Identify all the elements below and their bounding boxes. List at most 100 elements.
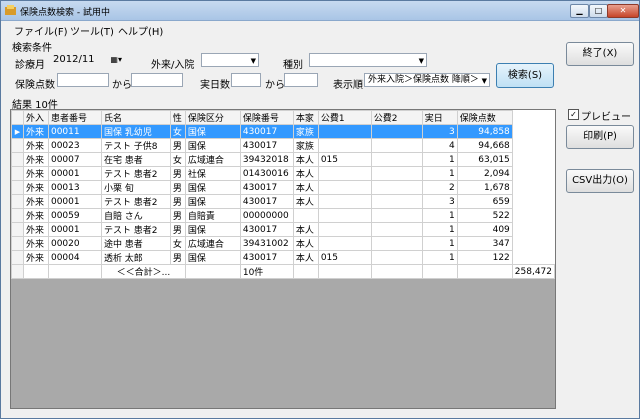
month-field[interactable]: 2012/11 ▦▾ — [49, 53, 123, 67]
minimize-button[interactable]: ▁ — [570, 4, 589, 18]
cell-public2 — [370, 236, 423, 251]
row-header[interactable] — [11, 250, 24, 265]
current-row-indicator[interactable]: ▶ — [11, 124, 24, 139]
print-button[interactable]: 印刷(P) — [566, 125, 634, 149]
col-days[interactable]: 実日 — [421, 110, 458, 125]
cell-blank — [184, 264, 241, 279]
cell-insurance-no: 39432018 — [239, 152, 294, 167]
cell-insurance-type: 国保 — [184, 124, 241, 139]
inout-select[interactable]: ▼ — [201, 53, 259, 67]
type-select[interactable]: ▼ — [309, 53, 427, 67]
col-public1[interactable]: 公費1 — [317, 110, 372, 125]
cell-public1 — [317, 222, 372, 237]
result-grid[interactable]: 外入 患者番号 氏名 性 保険区分 保険番号 本家 公費1 公費2 実日 保険点… — [10, 109, 556, 409]
row-header[interactable] — [11, 194, 24, 209]
cell-insurance-type: 国保 — [184, 194, 241, 209]
cell-days: 1 — [421, 236, 458, 251]
calendar-icon[interactable]: ▦▾ — [110, 54, 122, 66]
row-header-corner — [11, 110, 24, 125]
cell-blank — [421, 264, 458, 279]
table-row[interactable]: 外来 00007 在宅 患者女広域連合 39432018 本人 015 1 63,015 — [11, 152, 555, 167]
menu-help[interactable]: ヘルプ(H) — [118, 23, 163, 38]
cell-days: 1 — [421, 250, 458, 265]
col-insurance-no[interactable]: 保険番号 — [239, 110, 294, 125]
row-header[interactable] — [11, 166, 24, 181]
cell-points: 94,668 — [456, 138, 513, 153]
from-label: から — [112, 80, 132, 91]
cell-insurance-type: 社保 — [184, 166, 241, 181]
row-header[interactable] — [11, 180, 24, 195]
table-row[interactable]: 外来 00023 テスト 子供8 男国保 430017 家族 4 94,668 — [11, 138, 555, 153]
row-header[interactable] — [11, 152, 24, 167]
cell-days: 3 — [421, 124, 458, 139]
points-from-input[interactable] — [57, 73, 109, 87]
cell-points: 347 — [456, 236, 513, 251]
maximize-button[interactable]: □ — [589, 4, 608, 18]
row-header[interactable] — [11, 138, 24, 153]
cell-public2 — [370, 222, 423, 237]
cell-blank — [22, 264, 49, 279]
col-main-family[interactable]: 本家 — [292, 110, 319, 125]
title-bar: 保険点数検索 - 試用中 ▁ □ ✕ — [1, 1, 639, 21]
col-inout[interactable]: 外入 — [22, 110, 49, 125]
days-from-input[interactable] — [231, 73, 261, 87]
cell-points: 63,015 — [456, 152, 513, 167]
table-row[interactable]: 外来 00059 自賠 さん男自賠責 00000000 1 522 — [11, 208, 555, 223]
cell-public1 — [317, 236, 372, 251]
cell-blank — [456, 264, 513, 279]
row-header[interactable] — [11, 222, 24, 237]
cell-name: 在宅 患者 — [100, 152, 171, 167]
cell-inout: 外来 — [22, 194, 49, 209]
preview-label: プレビュー — [581, 112, 631, 123]
cell-patient-no: 00011 — [47, 124, 102, 139]
order-select[interactable]: 外来入院＞保険点数 降順＞ ▼ — [364, 73, 490, 87]
preview-checkbox[interactable]: ✓ — [568, 109, 579, 120]
row-header[interactable] — [11, 236, 24, 251]
menu-tools[interactable]: ツール(T) — [70, 23, 114, 38]
col-patient-no[interactable]: 患者番号 — [47, 110, 102, 125]
total-label: ＜＜合計＞... — [100, 264, 186, 279]
exit-button[interactable]: 終了(X) — [566, 42, 634, 66]
cell-public1 — [317, 194, 372, 209]
row-header[interactable] — [11, 208, 24, 223]
cell-days: 1 — [421, 166, 458, 181]
cell-insurance-type: 広域連合 — [184, 152, 241, 167]
cell-sex: 男 — [169, 250, 186, 265]
cell-public1 — [317, 166, 372, 181]
table-row[interactable]: 外来 00001 テスト 患者2 男国保 430017 本人 1 409 — [11, 222, 555, 237]
col-sex[interactable]: 性 — [169, 110, 186, 125]
cell-public2 — [370, 166, 423, 181]
close-button[interactable]: ✕ — [607, 4, 639, 18]
cell-name: 自賠 さん — [100, 208, 171, 223]
menu-file[interactable]: ファイル(F) — [14, 23, 68, 38]
search-group-label: 検索条件 — [12, 43, 52, 54]
cell-inout: 外来 — [22, 222, 49, 237]
type-label: 種別 — [283, 60, 303, 71]
col-name[interactable]: 氏名 — [100, 110, 171, 125]
table-row[interactable]: 外来 00013 小栗 旬男国保 430017 本人 2 1,678 — [11, 180, 555, 195]
from2-label: から — [265, 80, 285, 91]
points-to-input[interactable] — [131, 73, 183, 87]
cell-sex: 男 — [169, 180, 186, 195]
table-row[interactable]: 外来 00001 テスト 患者2 男国保 430017 本人 3 659 — [11, 194, 555, 209]
cell-points: 409 — [456, 222, 513, 237]
days-to-input[interactable] — [284, 73, 318, 87]
cell-insurance-no: 39431002 — [239, 236, 294, 251]
table-row[interactable]: 外来 00004 透析 太郎男国保 430017 本人 015 1 122 — [11, 250, 555, 265]
col-public2[interactable]: 公費2 — [370, 110, 423, 125]
cell-sex: 女 — [169, 152, 186, 167]
cell-patient-no: 00023 — [47, 138, 102, 153]
cell-insurance-no: 430017 — [239, 180, 294, 195]
cell-main-family — [292, 208, 319, 223]
col-points[interactable]: 保険点数 — [456, 110, 513, 125]
table-row[interactable]: 外来 00001 テスト 患者2 男社保 01430016 本人 1 2,094 — [11, 166, 555, 181]
table-row[interactable]: 外来 00020 途中 患者女広域連合 39431002 本人 1 347 — [11, 236, 555, 251]
csv-export-button[interactable]: CSV出力(O) — [566, 169, 634, 193]
cell-name: テスト 患者2 — [100, 166, 171, 181]
table-row[interactable]: ▶ 外来 00011 国保 乳幼児女国保 430017 家族 3 94,858 — [11, 124, 555, 139]
cell-main-family: 本人 — [292, 180, 319, 195]
col-insurance-type[interactable]: 保険区分 — [184, 110, 241, 125]
search-button[interactable]: 検索(S) — [496, 63, 554, 88]
cell-name: 小栗 旬 — [100, 180, 171, 195]
cell-public2 — [370, 180, 423, 195]
